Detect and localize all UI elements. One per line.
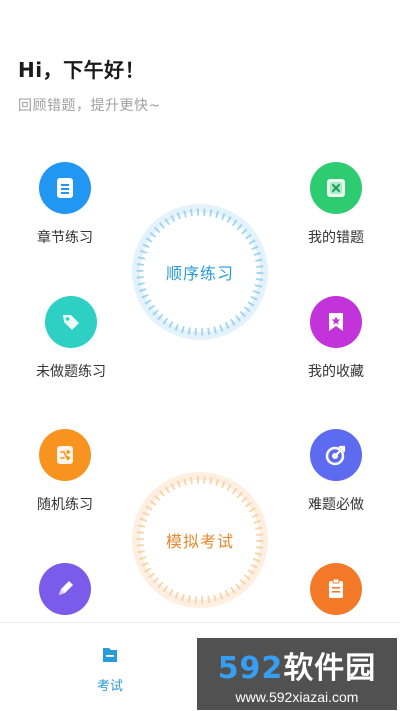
clipboard-icon bbox=[310, 563, 362, 615]
tag-icon bbox=[45, 296, 97, 348]
random-practice-label: 随机练习 bbox=[37, 497, 93, 513]
hard-questions-label: 难题必做 bbox=[308, 497, 364, 513]
my-wrong-questions-label: 我的错题 bbox=[308, 230, 364, 246]
clipboard-feature-button[interactable] bbox=[281, 563, 391, 615]
pen-feature-button[interactable] bbox=[10, 563, 120, 615]
tab-exam-label: 考试 bbox=[96, 679, 123, 694]
sequential-practice-label: 顺序练习 bbox=[165, 264, 234, 283]
sequential-practice-button[interactable]: 顺序练习 bbox=[131, 203, 269, 341]
document-icon bbox=[39, 162, 91, 214]
mock-exam-label: 模拟考试 bbox=[165, 532, 234, 551]
hard-questions-button[interactable]: 难题必做 bbox=[281, 429, 391, 514]
watermark-brand-number: 592 bbox=[217, 651, 284, 686]
random-practice-button[interactable]: 随机练习 bbox=[10, 429, 120, 514]
error-book-icon bbox=[310, 162, 362, 214]
watermark-brand-text: 软件园 bbox=[283, 651, 377, 686]
bookmark-star-icon bbox=[310, 296, 362, 348]
undone-practice-button[interactable]: 未做题练习 bbox=[16, 296, 126, 381]
watermark-logo: 592软件园 www.592xiazai.com bbox=[197, 638, 397, 710]
chapter-practice-label: 章节练习 bbox=[37, 230, 93, 246]
greeting-subtitle: 回顾错题，提升更快~ bbox=[18, 98, 161, 114]
watermark-url: www.592xiazai.com bbox=[235, 689, 359, 705]
chapter-practice-button[interactable]: 章节练习 bbox=[10, 162, 120, 247]
undone-practice-label: 未做题练习 bbox=[36, 364, 106, 380]
exam-tab-icon bbox=[103, 648, 117, 662]
shuffle-icon bbox=[39, 429, 91, 481]
my-wrong-questions-button[interactable]: 我的错题 bbox=[281, 162, 391, 247]
greeting-title: Hi，下午好！ bbox=[18, 58, 146, 82]
my-favorites-label: 我的收藏 bbox=[308, 364, 364, 380]
pen-icon bbox=[39, 563, 91, 615]
target-icon bbox=[310, 429, 362, 481]
mock-exam-button[interactable]: 模拟考试 bbox=[131, 471, 269, 609]
my-favorites-button[interactable]: 我的收藏 bbox=[281, 296, 391, 381]
tab-exam[interactable]: 考试 bbox=[70, 645, 150, 694]
